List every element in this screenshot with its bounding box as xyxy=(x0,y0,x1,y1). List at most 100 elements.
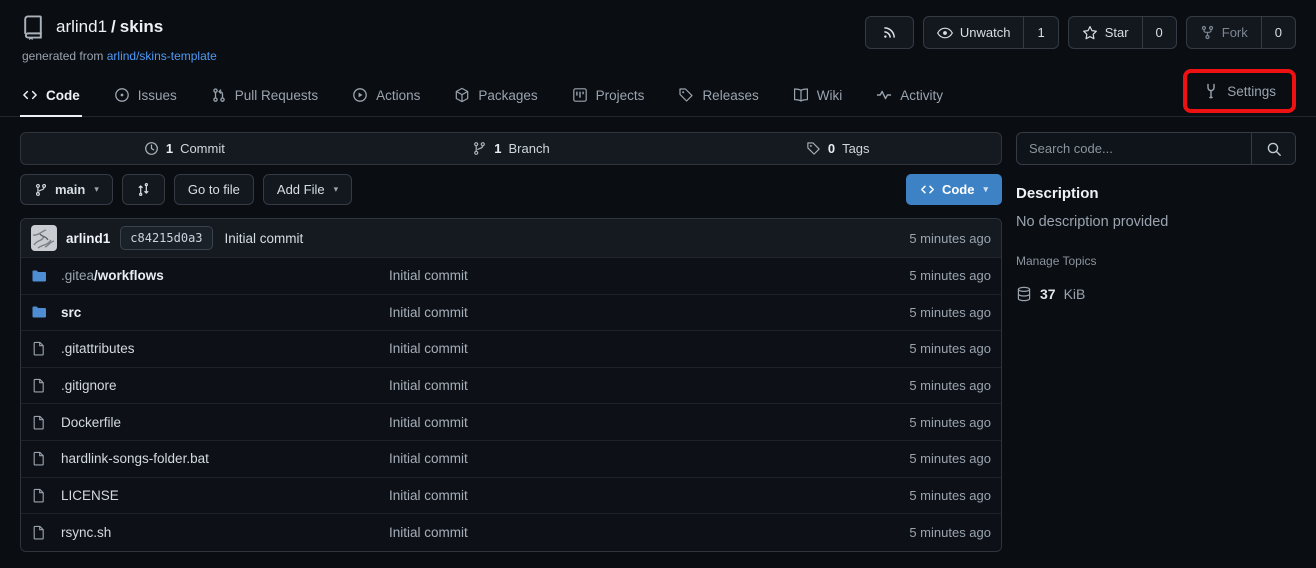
tab-packages[interactable]: Packages xyxy=(452,74,539,117)
rss-button[interactable] xyxy=(866,17,913,48)
repo-owner-link[interactable]: arlind1 xyxy=(56,17,107,36)
file-commit-message[interactable]: Initial commit xyxy=(389,378,861,393)
project-icon xyxy=(572,87,588,103)
table-row: .gitattributes Initial commit 5 minutes … xyxy=(21,331,1001,368)
fork-button-group: Fork 0 xyxy=(1186,16,1296,49)
size-value: 37 xyxy=(1040,286,1056,302)
template-repo-link[interactable]: arlind/skins-template xyxy=(107,49,217,63)
code-icon xyxy=(920,182,935,197)
tab-projects[interactable]: Projects xyxy=(570,74,647,117)
file-link[interactable]: src xyxy=(61,305,389,320)
commits-stat[interactable]: 1 Commit xyxy=(21,133,348,164)
file-commit-message[interactable]: Initial commit xyxy=(389,415,861,430)
branch-selector[interactable]: main ▾ xyxy=(20,174,113,205)
file-link[interactable]: rsync.sh xyxy=(61,525,389,540)
search-button[interactable] xyxy=(1251,133,1295,164)
tags-stat[interactable]: 0 Tags xyxy=(674,133,1001,164)
file-link[interactable]: .gitattributes xyxy=(61,341,389,356)
tab-wiki-label: Wiki xyxy=(817,88,843,103)
tab-wiki[interactable]: Wiki xyxy=(791,74,845,117)
commit-hash-badge[interactable]: c84215d0a3 xyxy=(120,226,212,250)
issue-icon xyxy=(114,87,130,103)
clock-icon xyxy=(144,141,159,156)
file-base: LICENSE xyxy=(61,488,119,503)
rss-button-group xyxy=(865,16,914,49)
tag-icon xyxy=(806,141,821,156)
file-link[interactable]: .gitignore xyxy=(61,378,389,393)
file-base: /workflows xyxy=(94,268,164,283)
settings-tool-icon xyxy=(1203,83,1219,99)
branches-stat[interactable]: 1 Branch xyxy=(348,133,675,164)
add-file-button[interactable]: Add File ▾ xyxy=(263,174,352,205)
compare-button[interactable] xyxy=(122,174,165,205)
tab-code[interactable]: Code xyxy=(20,74,82,117)
settings-annotation-box: Settings xyxy=(1183,69,1296,113)
file-commit-message[interactable]: Initial commit xyxy=(389,525,861,540)
repo-template-icon xyxy=(20,14,46,40)
repo-name-link[interactable]: skins xyxy=(120,17,163,36)
tab-pull-requests-label: Pull Requests xyxy=(235,88,318,103)
table-row: .gitea/workflows Initial commit 5 minute… xyxy=(21,258,1001,295)
tab-releases[interactable]: Releases xyxy=(676,74,760,117)
code-button-label: Code xyxy=(942,182,975,197)
table-row: LICENSE Initial commit 5 minutes ago xyxy=(21,478,1001,515)
file-icon xyxy=(31,525,46,540)
tab-issues[interactable]: Issues xyxy=(112,74,179,117)
tab-settings[interactable]: Settings xyxy=(1201,75,1278,107)
star-button[interactable]: Star xyxy=(1069,17,1142,48)
commits-label: Commit xyxy=(180,141,225,156)
description-title: Description xyxy=(1016,185,1296,202)
code-search-box xyxy=(1016,132,1296,165)
file-link[interactable]: .gitea/workflows xyxy=(61,268,389,283)
file-commit-message[interactable]: Initial commit xyxy=(389,305,861,320)
commit-author[interactable]: arlind1 xyxy=(66,231,110,246)
tab-actions[interactable]: Actions xyxy=(350,74,422,117)
unwatch-button[interactable]: Unwatch xyxy=(924,17,1024,48)
file-link[interactable]: LICENSE xyxy=(61,488,389,503)
file-icon xyxy=(31,378,46,393)
file-commit-message[interactable]: Initial commit xyxy=(389,268,861,283)
file-dir: .gitea xyxy=(61,268,94,283)
file-link[interactable]: Dockerfile xyxy=(61,415,389,430)
file-commit-message[interactable]: Initial commit xyxy=(389,341,861,356)
watchers-count[interactable]: 1 xyxy=(1023,17,1057,48)
chevron-down-icon: ▾ xyxy=(334,184,339,195)
search-input[interactable] xyxy=(1017,133,1251,164)
table-row: src Initial commit 5 minutes ago xyxy=(21,295,1001,332)
repo-sidebar: Description No description provided Mana… xyxy=(1016,132,1296,552)
generated-from-label: generated from xyxy=(22,49,103,63)
description-empty-text: No description provided xyxy=(1016,214,1296,230)
file-commit-message[interactable]: Initial commit xyxy=(389,451,861,466)
file-commit-time: 5 minutes ago xyxy=(861,451,991,466)
go-to-file-button[interactable]: Go to file xyxy=(174,174,254,205)
file-icon xyxy=(31,415,46,430)
file-icon xyxy=(31,341,46,356)
tab-packages-label: Packages xyxy=(478,88,537,103)
chevron-down-icon: ▾ xyxy=(94,184,99,195)
file-table: arlind1 c84215d0a3 Initial commit 5 minu… xyxy=(20,218,1002,552)
branch-icon xyxy=(34,183,48,197)
file-link[interactable]: hardlink-songs-folder.bat xyxy=(61,451,389,466)
repo-tabs: Code Issues Pull Requests xyxy=(0,69,1316,117)
fork-label: Fork xyxy=(1222,25,1248,40)
title-separator: / xyxy=(111,17,116,36)
manage-topics-link[interactable]: Manage Topics xyxy=(1016,254,1296,268)
tab-releases-label: Releases xyxy=(702,88,758,103)
file-commit-time: 5 minutes ago xyxy=(861,341,991,356)
tab-issues-label: Issues xyxy=(138,88,177,103)
file-icon xyxy=(31,488,46,503)
fork-button[interactable]: Fork xyxy=(1187,17,1261,48)
stars-count[interactable]: 0 xyxy=(1142,17,1176,48)
avatar[interactable] xyxy=(31,225,57,251)
eye-icon xyxy=(937,25,953,41)
tags-label: Tags xyxy=(842,141,869,156)
commit-message[interactable]: Initial commit xyxy=(225,231,304,246)
file-commit-message[interactable]: Initial commit xyxy=(389,488,861,503)
database-icon xyxy=(1016,286,1032,302)
tab-activity[interactable]: Activity xyxy=(874,74,945,117)
forks-count[interactable]: 0 xyxy=(1261,17,1295,48)
play-circle-icon xyxy=(352,87,368,103)
tab-pull-requests[interactable]: Pull Requests xyxy=(209,74,320,117)
code-download-button[interactable]: Code ▾ xyxy=(906,174,1002,205)
table-row: .gitignore Initial commit 5 minutes ago xyxy=(21,368,1001,405)
